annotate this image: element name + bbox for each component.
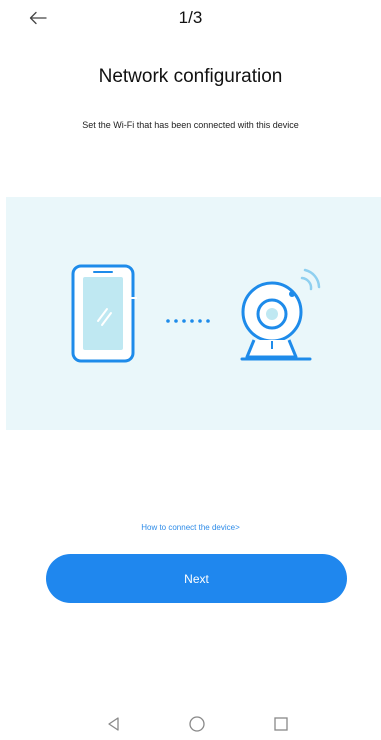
square-recents-icon[interactable] [271, 714, 291, 734]
connection-illustration [6, 197, 381, 430]
camera-wifi-icon [240, 268, 321, 361]
page-subtitle: Set the Wi-Fi that has been connected wi… [82, 120, 299, 130]
step-counter: 1/3 [178, 8, 203, 27]
system-nav-bar [0, 714, 381, 740]
triangle-back-icon[interactable] [104, 714, 124, 734]
top-bar: 1/3 [0, 0, 381, 44]
page-title: Network configuration [98, 66, 283, 87]
phone-icon [71, 264, 137, 363]
how-to-connect-link[interactable]: How to connect the device> [0, 523, 381, 532]
circle-home-icon[interactable] [187, 714, 207, 734]
next-button[interactable]: Next [46, 554, 347, 603]
dotted-link-icon [166, 319, 210, 323]
